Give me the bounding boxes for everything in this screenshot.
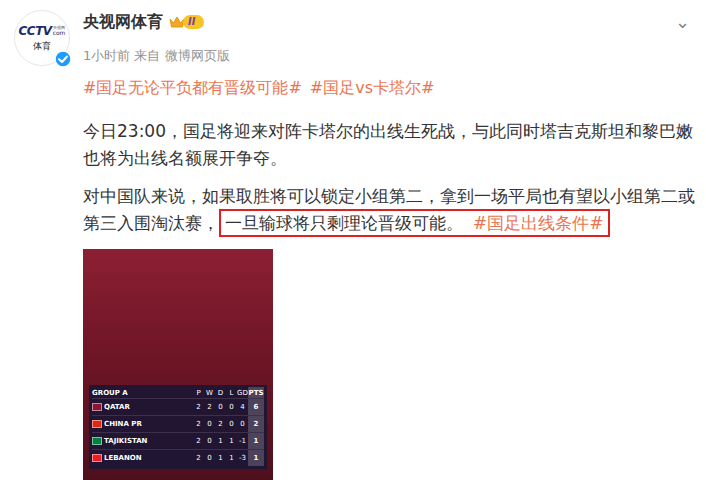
hashtag[interactable]: #国足出线条件# xyxy=(473,213,604,233)
standings-row: QATAR220046 xyxy=(92,398,264,415)
text: 今日23:00，国足将迎来对阵卡塔尔的出线生死战，与此同时塔吉克斯坦和黎巴嫩也将… xyxy=(83,121,693,168)
hashtag[interactable]: #国足vs卡塔尔# xyxy=(310,76,435,100)
post-body: 今日23:00，国足将迎来对阵卡塔尔的出线生死战，与此同时塔吉克斯坦和黎巴嫩也将… xyxy=(83,118,698,237)
author-avatar[interactable]: CCTV央视网com体育 xyxy=(14,10,70,66)
cctv-logo: CCTV xyxy=(19,24,52,38)
standings-row: TAJIKISTAN2011-11 xyxy=(92,432,264,449)
text-run: 今日23:00，国足将迎来对阵卡塔尔的出线生死战，与此同时塔吉克斯坦和黎巴嫩也将… xyxy=(83,121,693,168)
weibo-post: CCTV央视网com体育央视网体育 II ⌄ 1小时前 来自 微博网页版 #国足无论平负… xyxy=(0,0,706,480)
menu-chevron-icon[interactable]: ⌄ xyxy=(675,13,690,31)
member-badge[interactable]: II xyxy=(169,15,204,29)
hashtag[interactable]: #国足无论平负都有晋级可能# xyxy=(83,76,302,100)
post-image[interactable]: GROUP APWDLGDPTSQATAR220046CHINA PR20200… xyxy=(83,249,273,480)
flag-icon xyxy=(92,437,102,445)
hashtag-row: #国足无论平负都有晋级可能# #国足vs卡塔尔# xyxy=(83,76,698,100)
standings-row: CHINA PR202002 xyxy=(92,415,264,432)
standings-table: GROUP APWDLGDPTSQATAR220046CHINA PR20200… xyxy=(89,385,267,469)
flag-icon xyxy=(92,420,102,428)
standings-header: GROUP APWDLGDPTS xyxy=(92,387,264,398)
flag-icon xyxy=(92,454,102,462)
paragraph: 今日23:00，国足将迎来对阵卡塔尔的出线生死战，与此同时塔吉克斯坦和黎巴嫩也将… xyxy=(83,118,698,172)
standings-row: LEBANON2011-31 xyxy=(92,449,264,466)
post-meta: 1小时前 来自 微博网页版 xyxy=(83,47,698,65)
highlight-box: 一旦输球将只剩理论晋级可能。 #国足出线条件# xyxy=(219,209,610,237)
author-name[interactable]: 央视网体育 xyxy=(83,11,163,33)
verified-icon xyxy=(54,50,72,68)
flag-icon xyxy=(92,403,102,411)
text: 一旦输球将只剩理论晋级可能。 xyxy=(225,213,463,233)
paragraph: 对中国队来说，如果取胜将可以锁定小组第二，拿到一场平局也有望以小组第二或第三入围… xyxy=(83,183,698,237)
